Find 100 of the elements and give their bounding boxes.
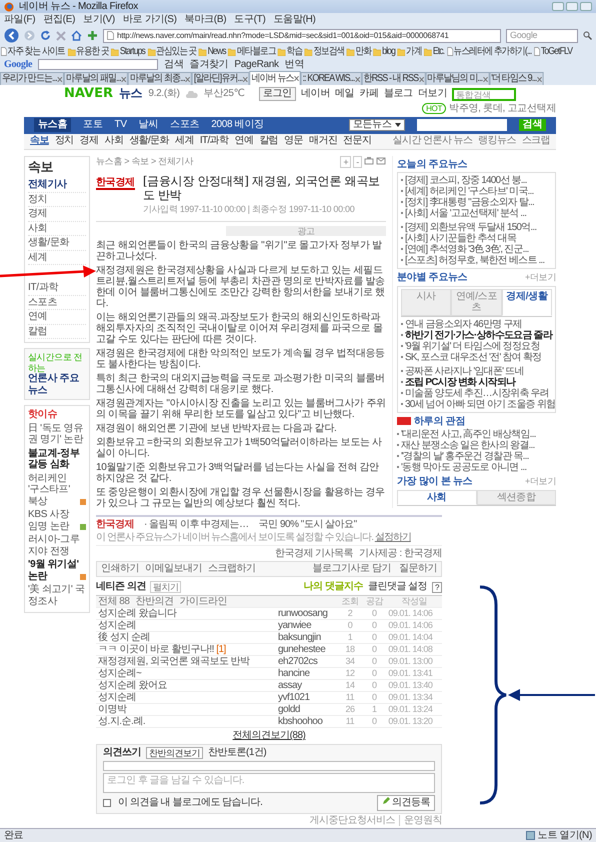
- comment-link[interactable]: 성지순례 왔습니다: [98, 608, 176, 620]
- browser-tab[interactable]: :: KOREA WIS...: [300, 72, 362, 85]
- browser-tab[interactable]: 네이버 뉴스: [250, 71, 301, 85]
- forward-icon[interactable]: [24, 30, 35, 41]
- nav-link[interactable]: TV: [114, 119, 127, 131]
- news-link[interactable]: [경제] 코스피, 장중 1400선 붕...: [401, 175, 552, 186]
- tool-link[interactable]: 질문하기: [399, 563, 437, 575]
- menu-item[interactable]: 북마크(B): [184, 14, 226, 26]
- hot-issue-link[interactable]: 불교계-정부 갈등 심화: [28, 448, 86, 471]
- bookmark-item[interactable]: Startups: [111, 46, 145, 58]
- menu-item[interactable]: 보기(V): [83, 14, 115, 26]
- stop-icon[interactable]: [56, 30, 66, 40]
- section-tab[interactable]: 경제: [80, 135, 98, 147]
- news-link[interactable]: [스포츠] 허정무호, 북한전 베스트 ...: [401, 255, 552, 266]
- bookmark-item[interactable]: Etc.: [424, 46, 444, 58]
- add-icon[interactable]: [87, 30, 98, 41]
- bookmark-item[interactable]: 유용한 곳: [68, 46, 109, 58]
- back-icon[interactable]: [4, 28, 19, 43]
- top-link[interactable]: 로그인: [258, 87, 296, 101]
- toolbar-button[interactable]: 즐겨찾기: [190, 58, 228, 70]
- filter-link[interactable]: 전체 88: [98, 596, 130, 608]
- news-tab[interactable]: 경제/생활: [502, 288, 552, 316]
- comment-link[interactable]: 성지순례~: [98, 668, 142, 680]
- help-button[interactable]: ?: [432, 582, 442, 593]
- scope-dropdown[interactable]: 모든뉴스: [348, 119, 405, 131]
- comment-link[interactable]: 재정경제원, 외국언론 왜곡보도 반박: [98, 656, 250, 668]
- nav-link[interactable]: 날씨: [138, 119, 158, 131]
- sidebar-item[interactable]: 사회: [28, 222, 86, 236]
- search-icon[interactable]: [583, 31, 592, 40]
- top-link[interactable]: 네이버: [300, 88, 330, 100]
- top-link[interactable]: 블로그: [384, 88, 413, 100]
- press-link[interactable]: 언론사 주요뉴스: [28, 373, 86, 396]
- all-comments-link[interactable]: 전체의견보기(88): [96, 730, 442, 742]
- tab-close-icon[interactable]: [537, 76, 542, 82]
- section-tab[interactable]: 칼럼: [259, 135, 278, 147]
- mail-icon[interactable]: [376, 156, 386, 166]
- bookmark-item[interactable]: blog: [374, 46, 395, 58]
- expand-button[interactable]: 펼치기: [150, 580, 182, 594]
- comment-link[interactable]: 성지순례: [98, 620, 136, 632]
- section-tab[interactable]: 사회: [104, 135, 124, 147]
- comment-link[interactable]: 성.지.순.례.: [98, 716, 146, 728]
- hot-issue-link[interactable]: 러시아-그루지야 전쟁: [28, 534, 86, 558]
- section-tab[interactable]: 세계: [175, 135, 194, 147]
- section-tab[interactable]: IT/과학: [200, 135, 229, 147]
- press-logo[interactable]: 한국경제: [96, 518, 134, 530]
- bookmark-item[interactable]: 학습: [278, 46, 302, 58]
- news-link[interactable]: [세계] 허리케인 '구스타브' 미국...: [401, 186, 552, 197]
- tool-link[interactable]: 블로그기사로 담기: [312, 563, 391, 575]
- news-link[interactable]: ''경찰의 날' 홍주운건 경찰관 목...: [397, 451, 556, 462]
- news-link[interactable]: 재산 분쟁소송 일은 한사의 왕결...: [397, 440, 556, 451]
- tab-close-icon[interactable]: [355, 76, 360, 82]
- sidebar-item[interactable]: 스포츠: [28, 296, 86, 310]
- tab-close-icon[interactable]: [58, 76, 62, 82]
- section-link[interactable]: 스크랩: [522, 135, 550, 147]
- sidebar-item[interactable]: 세계: [28, 250, 86, 266]
- section-link[interactable]: 실시간 언론사 뉴스: [392, 135, 472, 147]
- nav-link[interactable]: 2008 베이징: [211, 119, 264, 131]
- filter-link[interactable]: 찬반의견: [135, 596, 174, 608]
- sidebar-item[interactable]: 연예: [28, 310, 86, 325]
- home-icon[interactable]: [71, 30, 82, 41]
- menu-item[interactable]: 파일(F): [4, 14, 36, 26]
- tab-close-icon[interactable]: [122, 76, 126, 82]
- hot-issue-link[interactable]: 허리케인 '구스타프' 북상: [28, 472, 79, 508]
- toolbar-search-field[interactable]: [38, 59, 158, 70]
- breadcrumb[interactable]: 뉴스홈 > 속보 > 전체기사: [96, 156, 194, 167]
- checkbox[interactable]: [103, 798, 111, 807]
- hot-keywords[interactable]: 박주영, 롯데, 고교선택제: [449, 103, 556, 114]
- zoom-out-button[interactable]: -: [353, 156, 362, 168]
- browser-tab[interactable]: '더 타임스 9...: [489, 72, 544, 85]
- comment-link[interactable]: 성지순례 왔어요: [98, 680, 167, 692]
- sidebar-item[interactable]: IT/과학: [28, 281, 86, 296]
- hot-issue-link[interactable]: '美 쇠고기' 국정조사: [28, 584, 86, 608]
- section-tab[interactable]: 생활/문화: [129, 135, 170, 147]
- tab-close-icon[interactable]: [483, 76, 488, 82]
- tab-close-icon[interactable]: [186, 76, 190, 82]
- section-tab[interactable]: 전문지: [343, 135, 372, 147]
- tool-link[interactable]: 이메일보내기: [145, 563, 202, 575]
- news-link[interactable]: 30세 넘어 아빠 되면 아기 조울증 위험: [401, 398, 552, 410]
- debate-link[interactable]: 찬반토론(1건): [208, 747, 266, 759]
- close-button[interactable]: [580, 2, 592, 11]
- nav-link[interactable]: 포토: [83, 119, 103, 131]
- section-tab[interactable]: 속보: [30, 135, 49, 147]
- tab-close-icon[interactable]: [243, 76, 248, 82]
- browser-tab[interactable]: 마루날님의 미...: [425, 72, 490, 85]
- hot-issue-link[interactable]: KBS 사장 임명 논란: [28, 509, 79, 532]
- menu-item[interactable]: 편집(E): [43, 14, 76, 26]
- news-tab[interactable]: 사회: [397, 490, 476, 505]
- bookmark-item[interactable]: 만화: [346, 46, 371, 58]
- news-link[interactable]: '동행 막아도 공공도로 아니면 ...: [397, 462, 556, 473]
- bookmark-item[interactable]: 뉴스레터에 추가하기(...: [446, 46, 532, 58]
- tab-close-icon[interactable]: [419, 76, 424, 82]
- hot-issue-link[interactable]: '9월 위기설' 논란: [28, 559, 79, 582]
- nav-link[interactable]: 뉴스홈: [34, 118, 72, 132]
- section-tab[interactable]: 정치: [54, 135, 74, 147]
- browser-tab[interactable]: 우리가 만드는...: [0, 72, 64, 85]
- article-list-link[interactable]: 한국경제 기사목록: [274, 548, 354, 560]
- top-link[interactable]: 더보기: [418, 88, 447, 100]
- nav-link[interactable]: 스포츠: [170, 119, 200, 131]
- browser-tab[interactable]: 한RSS - 내 RSS: [362, 72, 426, 85]
- clean-setting-link[interactable]: 클린댓글 설정: [368, 581, 428, 593]
